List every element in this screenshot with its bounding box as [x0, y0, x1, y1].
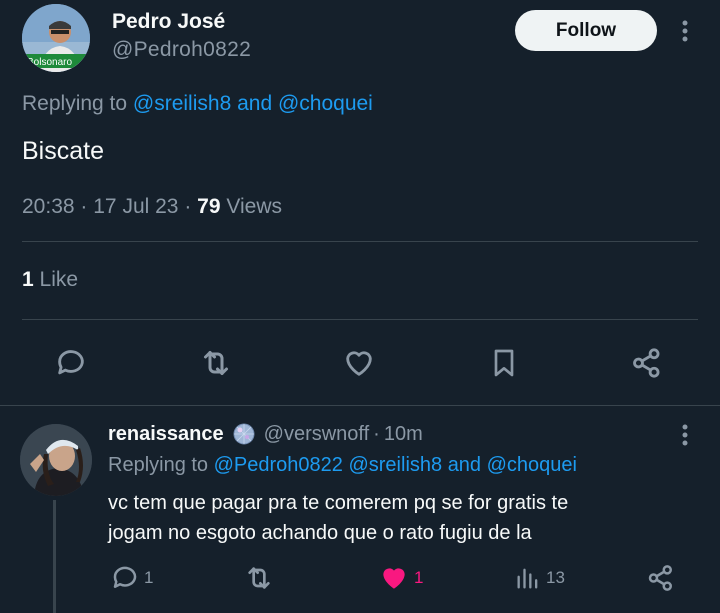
tweet-date[interactable]: 17 Jul 23 — [93, 195, 178, 218]
reply-icon — [113, 566, 137, 588]
like-filled-icon — [383, 568, 405, 589]
meta-separator: · — [80, 195, 88, 218]
author-avatar[interactable]: Bolsonaro — [22, 4, 90, 72]
likes-count: 1 — [22, 268, 34, 291]
reply-like-button[interactable]: 1 — [378, 562, 423, 594]
reply-share-button[interactable] — [646, 562, 676, 594]
reply-text-line: vc tem que pagar pra te comerem pq se fo… — [108, 492, 569, 514]
reply-views-button[interactable]: 13 — [514, 562, 565, 594]
tweet-text: Biscate — [22, 137, 104, 165]
like-icon[interactable] — [340, 344, 378, 382]
reply-views-count: 13 — [546, 568, 565, 587]
likes-summary[interactable]: 1 Like — [22, 268, 78, 292]
more-options-icon[interactable] — [670, 16, 700, 46]
author-name[interactable]: Pedro José — [112, 10, 225, 34]
views-label: Views — [226, 195, 283, 218]
divider — [22, 319, 698, 320]
section-divider — [0, 405, 720, 406]
retweet-icon[interactable] — [197, 344, 235, 382]
meta-separator: · — [184, 195, 192, 218]
more-options-icon[interactable] — [670, 420, 700, 450]
meta-separator: · — [373, 422, 380, 445]
reply-replying-to: Replying to @Pedroh0822 @sreilish8 and @… — [108, 454, 577, 477]
reply-author-name[interactable]: renaissance — [108, 423, 224, 446]
thread-line — [53, 500, 56, 613]
like-count: 1 — [414, 568, 424, 587]
replying-prefix: Replying to — [108, 454, 209, 476]
reply-icon[interactable] — [52, 344, 90, 382]
reply-reply-button[interactable]: 1 — [110, 562, 153, 594]
tweet-meta: 20:38 · 17 Jul 23 · 79 Views — [22, 195, 282, 219]
retweet-icon — [248, 567, 270, 589]
reply-text-line: jogam no esgoto achando que o rato fugiu… — [108, 522, 532, 544]
reply-text: vc tem que pagar pra te comerem pq se fo… — [108, 488, 668, 548]
reply-count: 1 — [144, 568, 154, 587]
reply-time[interactable]: 10m — [384, 423, 423, 446]
disco-ball-icon — [232, 422, 256, 446]
bookmark-icon[interactable] — [485, 344, 523, 382]
replying-prefix: Replying to — [22, 92, 128, 115]
follow-button[interactable]: Follow — [515, 10, 657, 51]
avatar-banner-text: Bolsonaro — [27, 57, 72, 68]
views-icon — [517, 568, 538, 589]
reply-header: renaissance @verswnoff · 10m — [108, 422, 423, 446]
divider — [22, 241, 698, 242]
reply-author-handle[interactable]: @verswnoff — [264, 423, 370, 446]
share-icon[interactable] — [628, 344, 666, 382]
author-handle[interactable]: @Pedroh0822 — [112, 38, 251, 62]
reply-retweet-button[interactable] — [243, 562, 275, 594]
share-icon — [648, 565, 672, 591]
views-count: 79 — [197, 195, 221, 218]
replying-to-mentions[interactable]: @sreilish8 and @choquei — [133, 92, 373, 115]
tweet-time[interactable]: 20:38 — [22, 195, 75, 218]
replying-to-mentions[interactable]: @Pedroh0822 @sreilish8 and @choquei — [214, 454, 577, 476]
reply-author-avatar[interactable] — [20, 424, 92, 496]
replying-to: Replying to @sreilish8 and @choquei — [22, 92, 373, 116]
likes-label: Like — [39, 268, 79, 291]
